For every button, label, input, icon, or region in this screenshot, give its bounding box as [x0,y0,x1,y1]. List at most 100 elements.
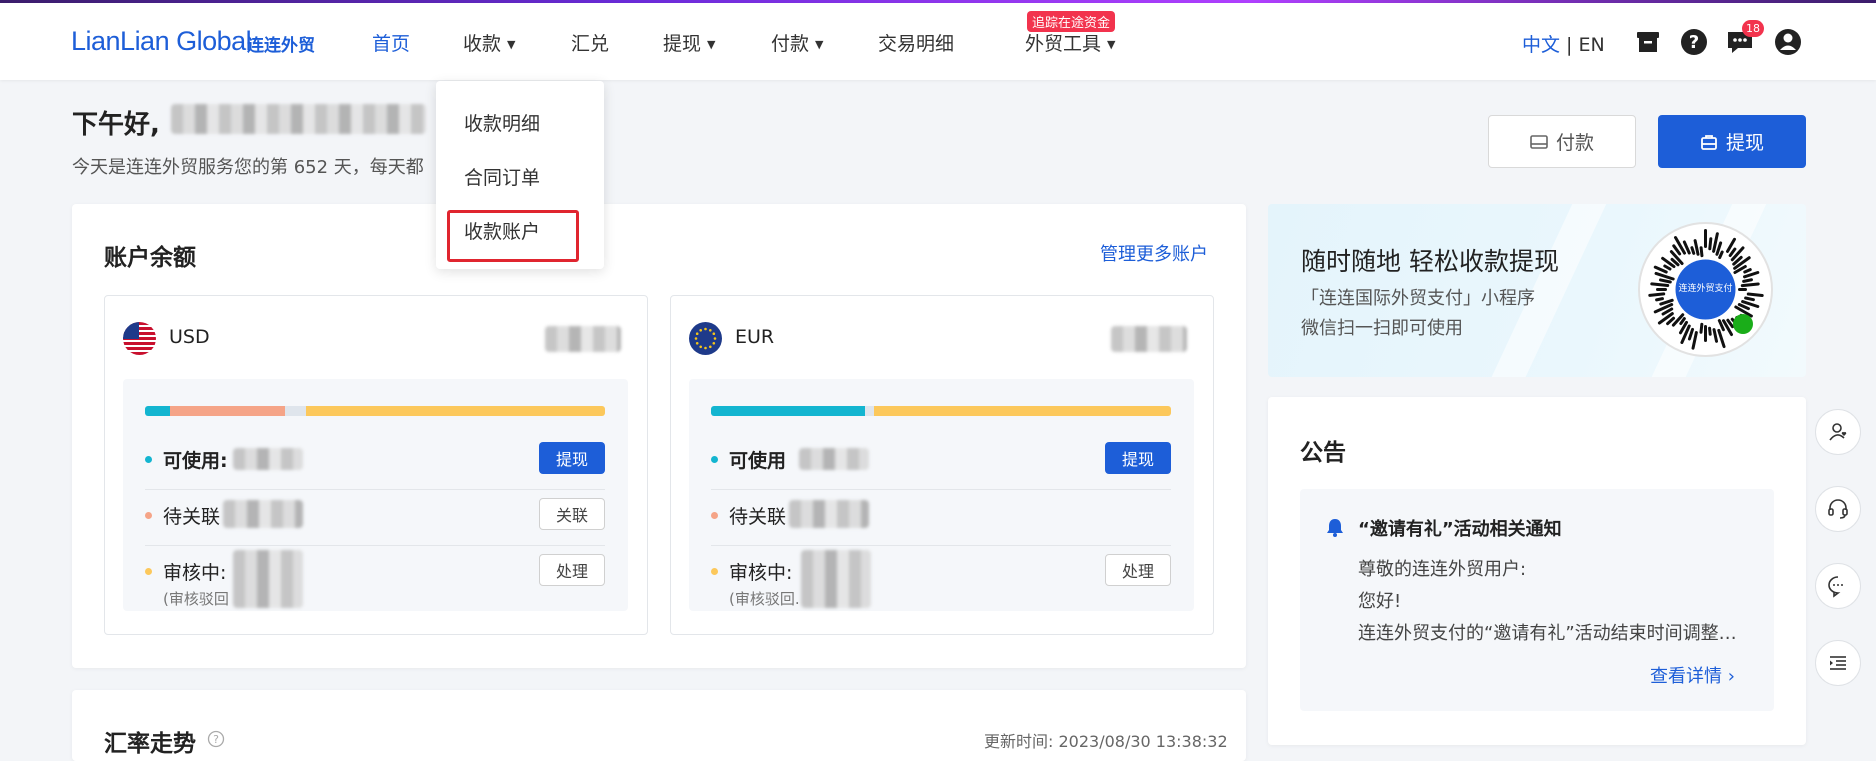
notice-line-2: 您好! [1358,591,1402,612]
balance-ratio-segment [874,406,1171,416]
chevron-right-icon: › [1727,666,1735,687]
bell-icon [1327,519,1343,537]
status-dot [711,456,718,463]
svg-text:?: ? [1689,32,1699,53]
qr-ray [1718,250,1724,260]
nav-pay[interactable]: 付款 ▼ [771,29,823,56]
qr-ray [1699,246,1704,258]
feedback-button[interactable] [1815,563,1861,609]
mini-program-qr-code: 连连外贸支付 [1638,222,1773,357]
redacted-amount [799,448,869,470]
balance-ratio-bar [711,406,1171,416]
lang-en[interactable]: EN [1579,34,1605,56]
customer-service-button[interactable] [1815,486,1861,532]
qr-ray [1679,317,1686,325]
nav-exchange-label: 汇兑 [571,33,610,55]
qr-ray [1737,303,1750,311]
notice-item[interactable]: “邀请有礼”活动相关通知 尊敬的连连外贸用户: 您好! 连连外贸支付的“邀请有礼… [1300,489,1774,711]
help-circle-icon[interactable]: ? [207,730,225,748]
user-heart-icon [1829,423,1847,441]
nav-home-label: 首页 [372,33,411,55]
nav-receive-label: 收款 [463,33,502,55]
rate-updated-label: 更新时间: [984,732,1054,751]
withdraw-button-label: 提现 [1725,132,1764,154]
notice-more-link[interactable]: 查看详情 › [1650,662,1735,688]
withdraw-button[interactable]: 提现 [1658,115,1806,168]
nav-exchange[interactable]: 汇兑 [571,29,609,56]
notice-card: 公告 “邀请有礼”活动相关通知 尊敬的连连外贸用户: 您好! 连连外贸支付的“邀… [1268,397,1806,745]
redacted-amount [789,500,869,528]
user-avatar-icon[interactable] [1773,27,1803,57]
wallet-icon [1530,134,1548,149]
account-manager-button[interactable] [1815,409,1861,455]
pay-button-label: 付款 [1555,132,1594,154]
redacted-amount [801,550,871,608]
qr-ray [1726,318,1735,329]
balance-ratio-segment [711,406,866,416]
svg-text:?: ? [213,733,219,746]
nav-pay-label: 付款 [771,33,810,55]
qr-ray [1742,271,1760,279]
currency-card-usd: USD 可使用: 提现 待关联 关联 审核中: (审核驳回 处理 [104,295,648,635]
caret-down-icon: ▼ [507,38,516,51]
pending-row: 待关联 [711,490,1171,545]
available-label: 可使用 [729,450,787,472]
qr-ray [1691,331,1698,350]
notice-more-label: 查看详情 [1650,666,1722,687]
nav-home[interactable]: 首页 [372,29,410,56]
promo-title: 随时随地 轻松收款提现 [1301,247,1559,276]
nav-transactions[interactable]: 交易明细 [878,29,954,56]
qr-center-label: 连连外贸支付 [1678,284,1733,294]
message-count-badge: 18 [1742,20,1764,37]
highlight-annotation-box [447,210,579,262]
logo-en[interactable]: LianLian Global [71,26,252,57]
greeting-subtitle: 今天是连连外贸服务您的第 652 天，每天都 [72,157,424,178]
review-row: 审核中: (审核驳回 处理 [145,546,605,608]
chat-bubble-icon [1828,576,1843,598]
status-dot [145,512,152,519]
review-label: 审核中: [163,562,227,584]
redacted-balance [545,326,621,352]
withdraw-small-button[interactable]: 提现 [539,442,605,474]
qr-ray [1655,297,1664,302]
language-switch[interactable]: 中文 | EN [1522,30,1605,57]
nav-transactions-label: 交易明细 [878,33,955,55]
nav-receive[interactable]: 收款 ▼ [463,29,515,56]
headset-icon [1828,499,1848,519]
balance-ratio-segment [305,406,605,416]
qr-ray [1699,322,1704,334]
status-dot [145,456,152,463]
logo-cn[interactable]: 连连外贸 [247,31,315,56]
nav-withdraw[interactable]: 提现 ▼ [663,29,715,56]
pay-button[interactable]: 付款 [1488,115,1636,168]
dropdown-item-receive-details[interactable]: 收款明细 [464,109,540,136]
notice-line-3: 连连外贸支付的“邀请有礼”活动结束时间调整… [1358,623,1737,644]
eu-flag-icon [689,322,722,355]
withdraw-small-button[interactable]: 提现 [1105,442,1171,474]
currency-card-eur: EUR 可使用 提现 待关联 审核中: (审核驳回. 处理 [670,295,1214,635]
top-header: LianLian Global 连连外贸 首页 收款 ▼ 汇兑 提现 ▼ 付款 ▼ 交… [0,3,1876,80]
menu-list-button[interactable] [1815,640,1861,686]
bag-icon [1701,134,1717,150]
qr-ray [1687,327,1695,341]
promo-badge[interactable]: 追踪在途资金 [1027,11,1116,32]
lang-zh[interactable]: 中文 [1522,34,1560,56]
link-small-button[interactable]: 关联 [539,498,605,530]
qr-ray [1648,292,1666,297]
handle-small-button[interactable]: 处理 [1105,554,1171,586]
dropdown-item-contract-orders[interactable]: 合同订单 [464,163,540,190]
help-icon[interactable]: ? [1679,27,1709,57]
balance-ratio-segment [285,406,306,416]
qr-ray [1663,264,1672,271]
caret-down-icon: ▼ [1107,38,1116,51]
qr-ray [1708,326,1712,336]
notice-line-1: 尊敬的连连外贸用户: [1358,559,1527,580]
pending-label: 待关联 [729,506,787,528]
handle-small-button[interactable]: 处理 [539,554,605,586]
nav-trade-tools-label: 外贸工具 [1025,33,1102,55]
nav-trade-tools[interactable]: 外贸工具 ▼ [1025,29,1115,56]
manage-accounts-link[interactable]: 管理更多账户 [1100,240,1208,266]
qr-ray [1743,268,1752,274]
archive-icon[interactable] [1633,27,1663,57]
redacted-amount [223,500,303,528]
